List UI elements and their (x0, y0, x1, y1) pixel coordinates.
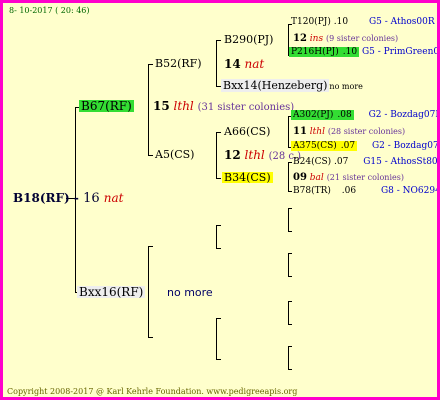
g2-bottom-gen: 12 (224, 148, 241, 162)
g4-9-val: .06 (341, 186, 357, 196)
copyright-footer: Copyright 2008-2017 @ Karl Kehrle Founda… (7, 387, 298, 396)
g2-bottom-name: A5(CS) (155, 148, 195, 161)
g3-d-name: B34(CS) (222, 171, 273, 184)
connector-line (288, 208, 289, 232)
g1-top-gen: 15 (153, 99, 170, 113)
connector-line (216, 225, 221, 226)
connector-line (288, 301, 289, 325)
connector-line (148, 337, 153, 338)
g4-row-3: P216H(PJ) .10 G5 - PrimGreen00 (289, 47, 437, 57)
g4-1-name: T120(PJ) (291, 17, 331, 27)
connector-line (216, 248, 221, 249)
g1-top-name: B67(RF) (79, 99, 134, 113)
g4-row-2: 12 ins (9 sister colonies) (293, 34, 398, 44)
connector-line (288, 116, 289, 148)
g4-1-info: G5 - Athos00R (368, 17, 435, 27)
g4-7-info: G15 - AthosSt80R (363, 157, 437, 167)
connector-line (216, 132, 217, 179)
g4-row-4: A302(PJ) .08 G2 - Bozdag07R (291, 110, 437, 120)
connector-line (288, 231, 292, 232)
connector-line (288, 346, 292, 347)
g4-3-name: P216H(PJ) (289, 47, 341, 57)
connector-line (216, 225, 217, 249)
g4-4-name: A302(PJ) (291, 110, 336, 120)
connector-line (288, 191, 292, 192)
g2-top-details: 14 nat (224, 58, 264, 70)
g4-5-origin: lthl (309, 127, 325, 137)
g4-2-gen: 12 (293, 33, 307, 44)
g1-top-sisters: (31 sister colonies) (197, 102, 295, 113)
connector-line (288, 324, 292, 325)
g2-bottom-origin: lthl (244, 148, 265, 162)
root-separator: - (73, 191, 79, 205)
g4-row-6: A375(CS).07 G2 - Bozdag07R (291, 141, 437, 151)
g2-bottom-details: 12 lthl (28 c.) (224, 149, 301, 162)
g4-row-9: B78(TR) .06 G8 - NO6294R (293, 187, 437, 196)
connector-line (216, 40, 221, 41)
date-stamp: 8- 10-2017 ( 20: 46) (9, 6, 90, 15)
g1-top-origin: lthl (173, 99, 194, 113)
g2-top-origin: nat (244, 57, 265, 71)
root-queen: B18(RF) - 16 nat (13, 192, 124, 205)
g4-6-info: G2 - Bozdag07R (371, 141, 437, 151)
g4-5-sisters: (28 sister colonies) (327, 127, 406, 136)
connector-line (148, 155, 153, 156)
g3-b-name: Bxx14(Henzeberg) no more (221, 79, 363, 92)
g4-1-val: .10 (333, 17, 349, 27)
connector-line (216, 318, 217, 360)
g4-row-7: B24(CS) .07 G15 - AthosSt80R (293, 158, 437, 167)
g4-3-val: .10 (340, 47, 360, 57)
g4-9-info: G8 - NO6294R (380, 186, 437, 196)
connector-line (288, 162, 292, 163)
connector-line (288, 162, 289, 192)
connector-line (216, 132, 221, 133)
g4-9-name: B78(TR) (293, 186, 331, 196)
connector-line (216, 40, 217, 87)
root-gen: 16 (83, 191, 100, 206)
g2-top-gen: 14 (224, 57, 241, 71)
g4-4-info: G2 - Bozdag07R (368, 110, 437, 120)
g4-row-1: T120(PJ) .10 G5 - Athos00R (291, 18, 435, 27)
connector-line (148, 64, 153, 65)
root-origin: nat (103, 191, 124, 205)
connector-line (288, 301, 292, 302)
connector-line (148, 246, 149, 338)
g1-top-details: 15 lthl (31 sister colonies) (153, 100, 294, 113)
g4-row-5: 11 lthl (28 sister colonies) (293, 127, 405, 137)
root-name: B18(RF) (13, 191, 70, 205)
connector-line (216, 178, 221, 179)
connector-line (216, 318, 221, 319)
g4-5-gen: 11 (293, 126, 307, 137)
g4-7-val: .07 (334, 157, 349, 167)
g4-2-sisters: (9 sister colonies) (325, 34, 399, 43)
g1-bottom-name: Bxx16(RF) (77, 285, 146, 299)
connector-line (288, 346, 289, 370)
connector-line (148, 64, 149, 156)
connector-line (148, 246, 153, 247)
g4-7-name: B24(CS) (293, 157, 332, 167)
connector-line (288, 369, 292, 370)
connector-line (216, 359, 221, 360)
connector-line (288, 276, 292, 277)
pedigree-frame: 8- 10-2017 ( 20: 46) Copyright 2008-2017… (3, 3, 437, 397)
g4-6-val: .07 (338, 141, 358, 151)
g4-row-8: 09 bal (21 sister colonies) (293, 173, 404, 183)
g4-4-val: .08 (335, 110, 354, 120)
g4-8-sisters: (21 sister colonies) (326, 173, 404, 182)
g3-c-name: A66(CS) (224, 125, 271, 138)
g3-b-no-more: no more (329, 82, 363, 91)
g2-top-name: B52(RF) (155, 57, 202, 70)
g4-8-origin: bal (309, 173, 324, 183)
connector-line (288, 208, 292, 209)
connector-line (288, 253, 292, 254)
g4-3-info: G5 - PrimGreen00 (361, 47, 437, 57)
g3-b-label: Bxx14(Henzeberg) (221, 79, 330, 92)
g4-8-gen: 09 (293, 172, 307, 183)
g1-bottom-no-more: no more (167, 286, 213, 299)
g4-6-name: A375(CS) (291, 141, 339, 151)
g3-a-name: B290(PJ) (224, 33, 274, 46)
g4-2-origin: ins (309, 34, 324, 44)
connector-line (288, 253, 289, 277)
